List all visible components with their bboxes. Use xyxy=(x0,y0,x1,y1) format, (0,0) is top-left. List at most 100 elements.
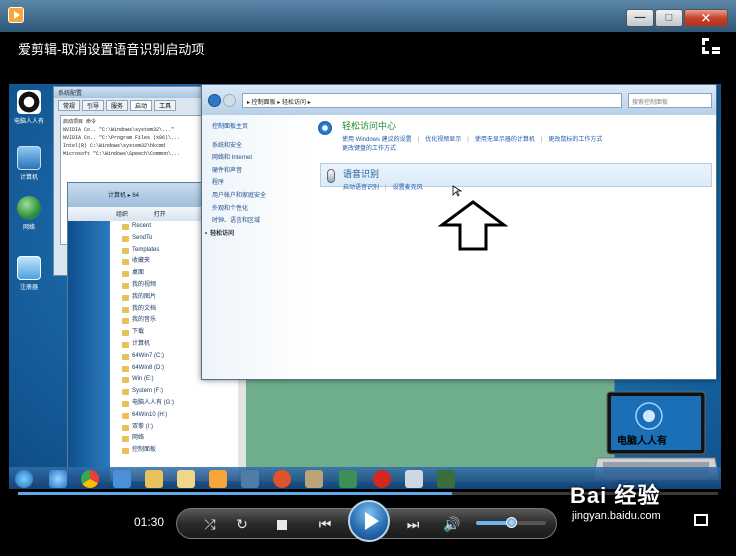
up-arrow-annotation-icon xyxy=(438,200,508,251)
speech-recognition-title[interactable]: 语音识别 xyxy=(343,167,708,180)
control-panel-icon[interactable] xyxy=(405,470,423,488)
antivirus-icon[interactable] xyxy=(373,470,391,488)
previous-button[interactable]: ⏮ xyxy=(307,509,343,540)
video-title: 爱剪辑-取消设置语音识别启动项 xyxy=(18,42,205,57)
link-keyboard[interactable]: 更改键盘的工作方式 xyxy=(342,146,396,152)
desktop-icon-label: 网络 xyxy=(22,225,35,231)
maximize-button[interactable]: □ xyxy=(655,9,683,27)
organize-button[interactable]: 组织 xyxy=(116,212,128,218)
sidebar-item-clock-region[interactable]: 时钟、语言和区域 xyxy=(212,215,310,228)
search-input[interactable]: 搜索控制面板 xyxy=(628,93,712,108)
mute-button[interactable]: 🔊 xyxy=(441,509,463,540)
computer-icon xyxy=(17,146,41,170)
tab-boot[interactable]: 引导 xyxy=(82,100,105,111)
start-button-icon[interactable] xyxy=(15,470,33,488)
app2-icon[interactable] xyxy=(339,470,357,488)
nav-item[interactable]: System (F:) xyxy=(110,386,238,398)
desktop-icon-registry[interactable]: 注册器 xyxy=(9,256,49,291)
link-setup-microphone[interactable]: 设置麦克风 xyxy=(385,185,423,191)
desktop-icon-label: 注册器 xyxy=(19,285,38,291)
nav-item[interactable]: 控制面板 xyxy=(110,445,238,457)
video-editor-icon[interactable] xyxy=(209,470,227,488)
sidebar-item-programs[interactable]: 程序 xyxy=(212,177,310,190)
sidebar-item-ease-of-access[interactable]: 轻松访问 xyxy=(210,228,310,241)
resize-icon[interactable] xyxy=(694,514,708,526)
mouse-cursor-icon xyxy=(452,185,462,197)
microphone-icon xyxy=(327,169,335,183)
next-icon: ⏭ xyxy=(406,516,420,532)
video-title-bar: 爱剪辑-取消设置语音识别启动项 xyxy=(0,32,736,60)
control-panel-window: ▸ 控制面板 ▸ 轻松访问 ▸ 搜索控制面板 控制面板主页 系统和安全 网络和 … xyxy=(201,84,717,380)
play-button[interactable] xyxy=(348,500,390,542)
shuffle-icon: ⤮ xyxy=(204,516,216,532)
close-icon: ✕ xyxy=(700,10,712,26)
tab-tools[interactable]: 工具 xyxy=(154,100,177,111)
control-panel-main: 轻松访问中心 使用 Windows 建议的设置优化视频显示使用无显示器的计算机更… xyxy=(310,115,716,379)
previous-icon: ⏮ xyxy=(318,516,332,532)
stop-icon xyxy=(277,519,287,530)
ie-icon[interactable] xyxy=(49,470,67,488)
tab-services[interactable]: 服务 xyxy=(106,100,129,111)
sidebar-item-hardware-sound[interactable]: 硬件和声音 xyxy=(212,165,310,178)
volume-slider[interactable] xyxy=(476,517,546,528)
logo-caption: 电脑人人有 xyxy=(617,436,667,447)
fullscreen-toggle-icon[interactable] xyxy=(702,38,720,54)
desktop-icon-network[interactable]: 网络 xyxy=(9,196,49,231)
control-panel-sidebar: 控制面板主页 系统和安全 网络和 Internet 硬件和声音 程序 用户帐户和… xyxy=(202,115,310,379)
forward-button[interactable] xyxy=(223,94,236,107)
baidu-watermark: Bai 经验 jingyan.baidu.com xyxy=(570,478,661,522)
explorer-icon[interactable] xyxy=(177,470,195,488)
p-app-icon[interactable] xyxy=(273,470,291,488)
link-no-display[interactable]: 使用无显示器的计算机 xyxy=(467,137,535,143)
nav-item[interactable]: 电脑人人有 (G:) xyxy=(110,398,238,410)
panda-icon xyxy=(17,90,41,114)
open-button[interactable]: 打开 xyxy=(154,212,166,218)
ease-of-access-icon xyxy=(318,121,332,135)
tab-general[interactable]: 常规 xyxy=(58,100,81,111)
ease-of-access-links: 使用 Windows 建议的设置优化视频显示使用无显示器的计算机更改鼠标的工作方… xyxy=(342,134,721,143)
nav-item[interactable]: 64Win10 (H:) xyxy=(110,410,238,422)
minimize-icon: — xyxy=(634,11,646,24)
chrome-icon[interactable] xyxy=(81,470,99,488)
tab-startup[interactable]: 启动 xyxy=(130,100,153,111)
repeat-button[interactable]: ↻ xyxy=(231,509,253,540)
link-optimize-display[interactable]: 优化视频显示 xyxy=(418,137,462,143)
window-titlebar: — □ ✕ xyxy=(0,0,736,32)
watermark-brand: Bai 经验 xyxy=(570,483,661,508)
sidebar-item-system-security[interactable]: 系统和安全 xyxy=(212,140,310,153)
back-button[interactable] xyxy=(208,94,221,107)
registry-icon xyxy=(17,256,41,280)
sidebar-item-home[interactable]: 控制面板主页 xyxy=(212,121,310,134)
shuffle-button[interactable]: ⤮ xyxy=(199,509,221,540)
nav-item[interactable]: 网络 xyxy=(110,433,238,445)
next-button[interactable]: ⏭ xyxy=(395,509,431,540)
link-mouse[interactable]: 更改鼠标的工作方式 xyxy=(541,137,603,143)
tool-icon[interactable] xyxy=(305,470,323,488)
seek-progress xyxy=(18,492,452,495)
sidebar-item-network[interactable]: 网络和 Internet xyxy=(212,152,310,165)
desktop-icon-computer[interactable]: 计算机 xyxy=(9,146,49,181)
window-controls: — □ ✕ xyxy=(625,9,728,27)
nav-item[interactable]: 双拳 (I:) xyxy=(110,422,238,434)
speaker-icon: 🔊 xyxy=(443,516,461,532)
close-button[interactable]: ✕ xyxy=(684,9,728,27)
ease-of-access-center-title[interactable]: 轻松访问中心 xyxy=(342,119,721,132)
sidebar-item-user-accounts[interactable]: 用户帐户和家庭安全 xyxy=(212,190,310,203)
control-panel-navbar: ▸ 控制面板 ▸ 轻松访问 ▸ 搜索控制面板 xyxy=(202,85,716,115)
window-icon[interactable] xyxy=(241,470,259,488)
video-frame[interactable]: 电脑人人有 计算机 网络 注册器 系统配置 常规 引导 服务 启动 工具 启动项… xyxy=(9,84,721,489)
explorer-address[interactable]: 计算机 ▸ 64 xyxy=(108,190,139,199)
desktop-icon-computer-person[interactable]: 电脑人人有 xyxy=(9,90,49,125)
app3-icon[interactable] xyxy=(437,470,455,488)
link-start-speech-recognition[interactable]: 启动语音识别 xyxy=(343,185,379,191)
ease-of-access-links-2: 更改键盘的工作方式 xyxy=(342,143,721,152)
stop-button[interactable] xyxy=(273,509,291,540)
sidebar-item-appearance[interactable]: 外观和个性化 xyxy=(212,203,310,216)
volume-knob[interactable] xyxy=(506,517,517,528)
app-icon[interactable] xyxy=(113,470,131,488)
speech-recognition-item: 语音识别 启动语音识别设置麦克风 xyxy=(320,163,712,191)
speech-recognition-links: 启动语音识别设置麦克风 xyxy=(343,182,708,191)
minimize-button[interactable]: — xyxy=(626,9,654,27)
address-bar[interactable]: ▸ 控制面板 ▸ 轻松访问 ▸ xyxy=(242,93,622,108)
folder-icon[interactable] xyxy=(145,470,163,488)
